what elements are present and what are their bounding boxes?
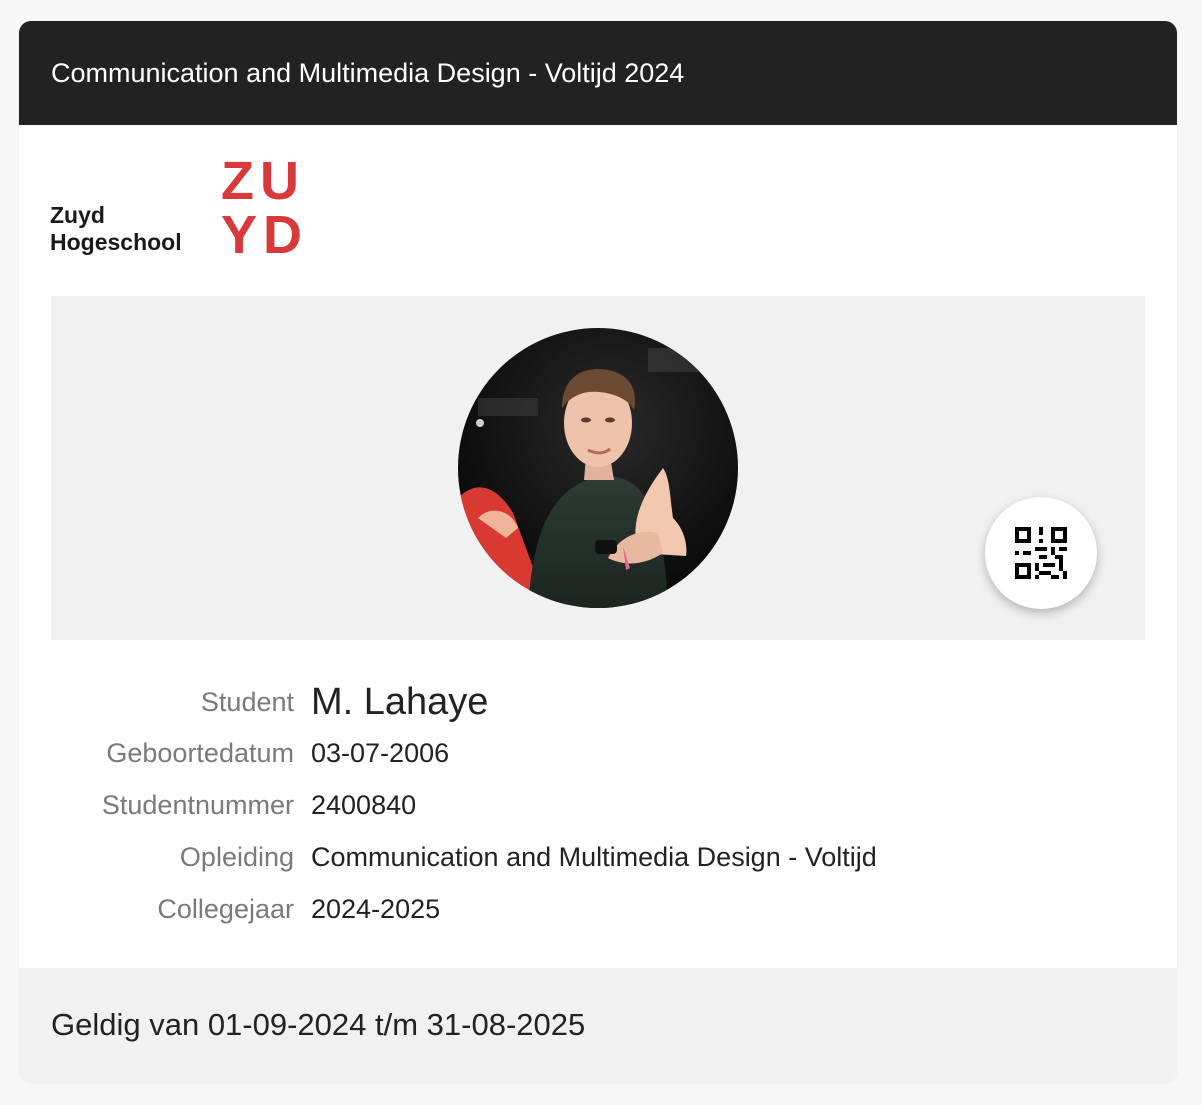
year-label: Collegejaar <box>157 894 294 924</box>
student-photo-image <box>458 328 738 608</box>
logo-mark-line1: ZU <box>221 151 305 211</box>
program-value: Communication and Multimedia Design - Vo… <box>311 842 877 872</box>
card-title: Communication and Multimedia Design - Vo… <box>51 58 685 88</box>
dob-label: Geboortedatum <box>106 738 294 768</box>
logo-name-line1: Zuyd <box>50 202 105 228</box>
year-value: 2024-2025 <box>311 894 441 924</box>
zuyd-logo: Zuyd Hogeschool ZU YD <box>50 154 320 262</box>
card-header: Communication and Multimedia Design - Vo… <box>19 21 1177 125</box>
student-card: Communication and Multimedia Design - Vo… <box>19 21 1177 1083</box>
program-label: Opleiding <box>179 842 294 872</box>
info-row-year: Collegejaar 2024-2025 <box>19 889 1177 929</box>
photo-panel <box>51 296 1145 640</box>
logo-mark-line2: YD <box>221 205 309 265</box>
logo-mark: ZU YD <box>221 154 308 262</box>
dob-value: 03-07-2006 <box>311 738 450 768</box>
student-photo <box>458 328 738 608</box>
info-row-program: Opleiding Communication and Multimedia D… <box>19 837 1177 877</box>
logo-name-line2: Hogeschool <box>50 229 182 255</box>
info-row-dob: Geboortedatum 03-07-2006 <box>19 733 1177 773</box>
student-label: Student <box>200 687 294 717</box>
validity-text: Geldig van 01-09-2024 t/m 31-08-2025 <box>51 1007 586 1042</box>
student-number-value: 2400840 <box>311 790 417 820</box>
card-footer: Geldig van 01-09-2024 t/m 31-08-2025 <box>19 968 1177 1083</box>
info-row-number: Studentnummer 2400840 <box>19 785 1177 825</box>
info-row-student: Student M. Lahaye <box>19 676 1177 728</box>
logo-wordmark: Zuyd Hogeschool <box>50 202 182 256</box>
qr-code-button[interactable] <box>985 497 1097 609</box>
qr-code-icon <box>1015 527 1067 579</box>
student-name: M. Lahaye <box>311 681 489 723</box>
student-number-label: Studentnummer <box>101 790 294 820</box>
